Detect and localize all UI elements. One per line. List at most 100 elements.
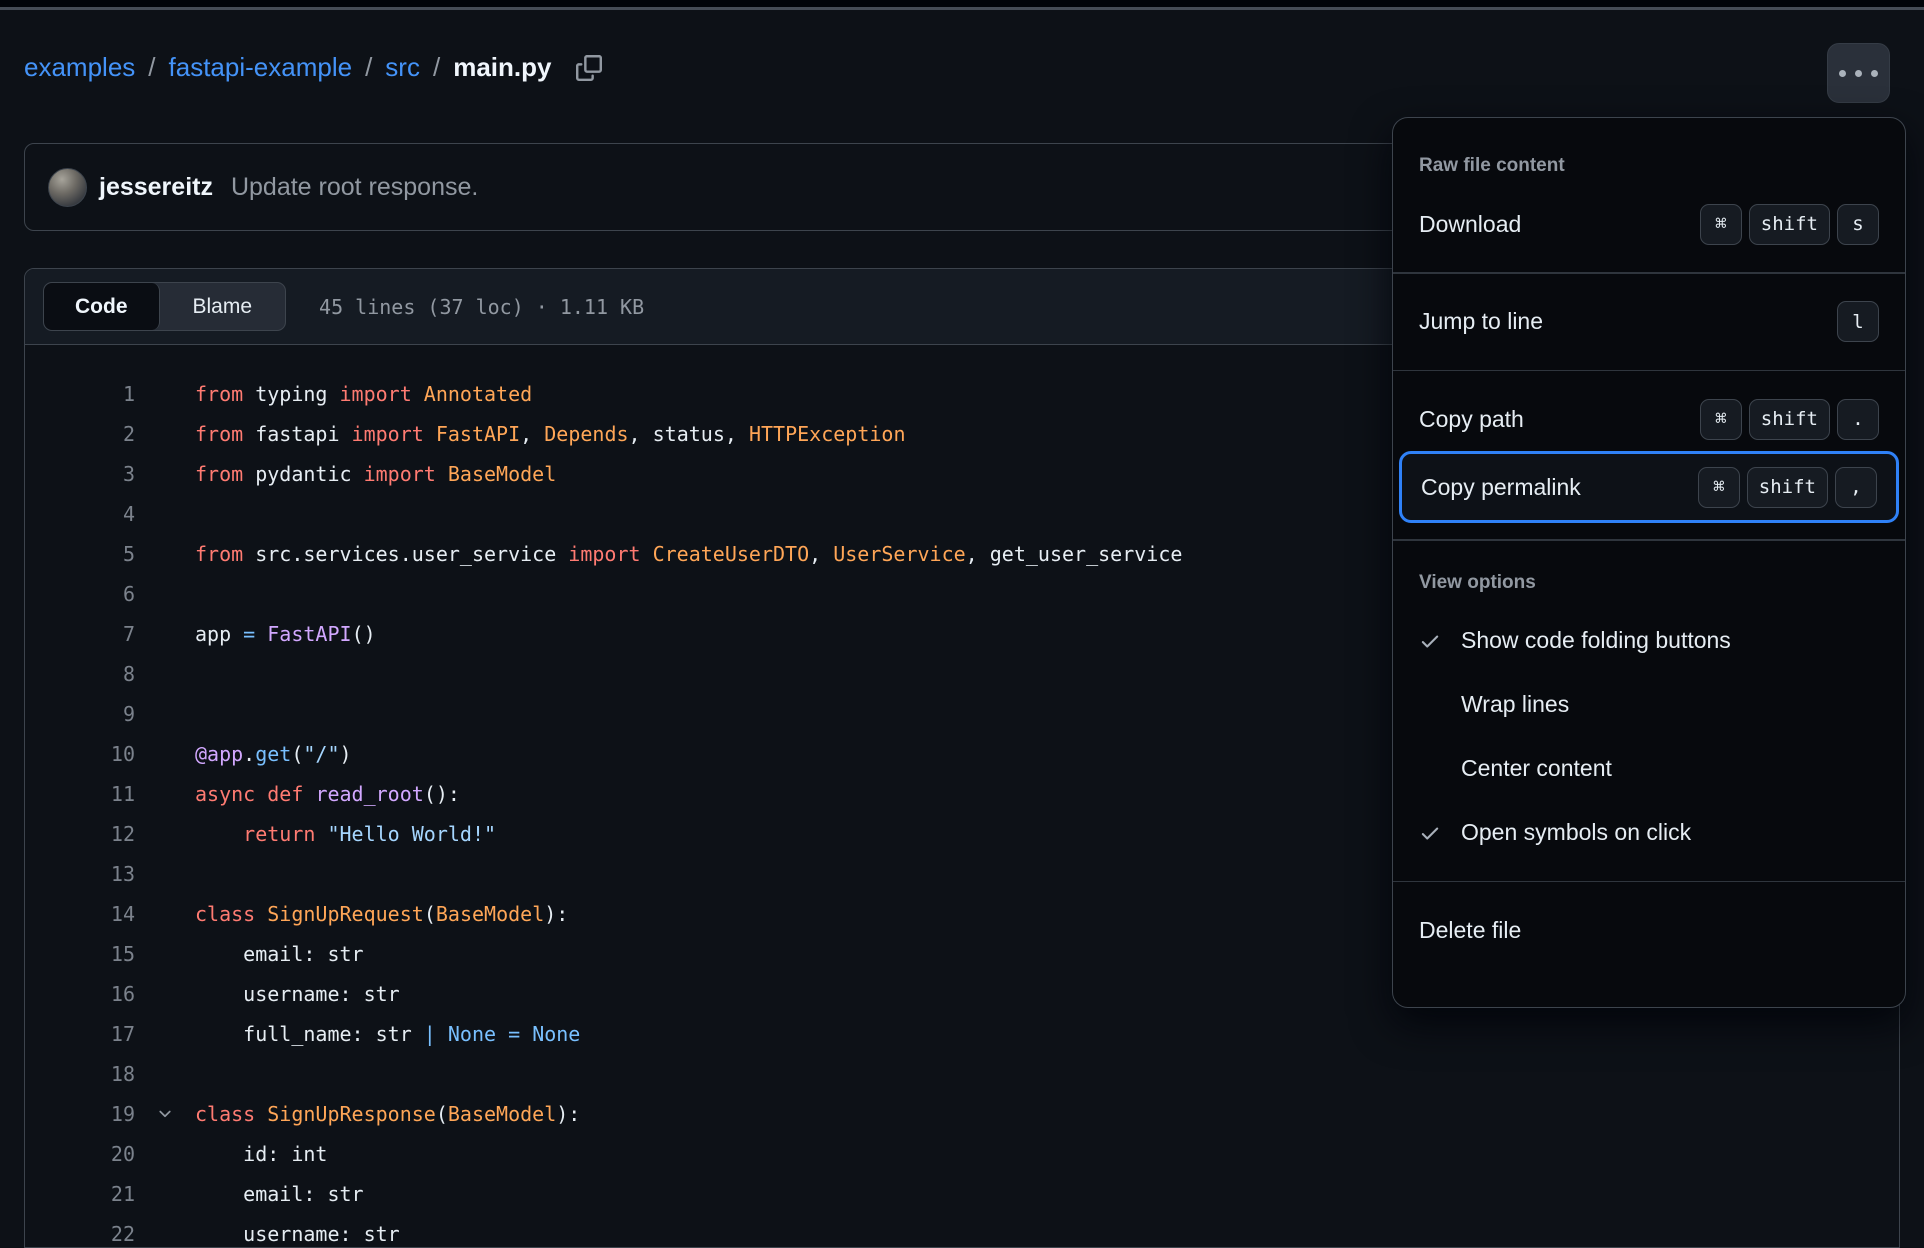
code-text: full_name: str | None = None [195, 1022, 580, 1046]
file-actions-more-button[interactable] [1827, 43, 1890, 103]
kbd-key: . [1837, 399, 1879, 440]
commit-author[interactable]: jessereitz [99, 173, 213, 202]
shortcut-keys: ⌘shift. [1700, 399, 1879, 440]
menu-divider [1393, 370, 1905, 372]
code-text: @app.get("/") [195, 742, 352, 766]
tab-code[interactable]: Code [44, 283, 160, 330]
shortcut-keys: ⌘shift, [1698, 467, 1877, 508]
line-number[interactable]: 17 [25, 1022, 135, 1046]
line-number[interactable]: 14 [25, 902, 135, 926]
chevron-down-icon [156, 1105, 174, 1123]
line-number[interactable]: 9 [25, 702, 135, 726]
line-number[interactable]: 21 [25, 1182, 135, 1206]
line-number[interactable]: 15 [25, 942, 135, 966]
code-line: 22 username: str [25, 1214, 1899, 1248]
check-icon [1419, 822, 1441, 844]
line-number[interactable]: 19 [25, 1102, 135, 1126]
breadcrumb-link-fastapi-example[interactable]: fastapi-example [169, 52, 353, 83]
kbd-key: shift [1747, 467, 1828, 508]
kebab-horizontal-icon [1871, 70, 1878, 77]
kbd-key: s [1837, 204, 1879, 245]
shortcut-keys: ⌘shifts [1700, 204, 1879, 245]
menu-divider [1393, 272, 1905, 274]
kebab-horizontal-icon [1855, 70, 1862, 77]
line-number[interactable]: 11 [25, 782, 135, 806]
menu-item-copy-path[interactable]: Copy path⌘shift. [1393, 387, 1905, 451]
menu-item-delete-file[interactable]: Delete file [1393, 898, 1905, 962]
context-menu: Raw file contentDownload⌘shiftsJump to l… [1392, 117, 1906, 1008]
menu-item-label: Show code folding buttons [1461, 627, 1879, 654]
menu-item-label: Open symbols on click [1461, 819, 1879, 846]
menu-item-copy-permalink[interactable]: Copy permalink⌘shift, [1399, 451, 1899, 523]
breadcrumb-link-src[interactable]: src [385, 52, 420, 83]
line-number[interactable]: 13 [25, 862, 135, 886]
code-line: 17 full_name: str | None = None [25, 1014, 1899, 1054]
kbd-key: ⌘ [1700, 204, 1742, 245]
menu-item-wrap-lines[interactable]: Wrap lines [1393, 673, 1905, 737]
kbd-key: ⌘ [1698, 467, 1740, 508]
kbd-key: shift [1749, 399, 1830, 440]
code-text: class SignUpResponse(BaseModel): [195, 1102, 580, 1126]
code-text: id: int [195, 1142, 327, 1166]
line-number[interactable]: 7 [25, 622, 135, 646]
code-line: 20 id: int [25, 1134, 1899, 1174]
line-number[interactable]: 3 [25, 462, 135, 486]
line-number[interactable]: 1 [25, 382, 135, 406]
menu-item-open-symbols-on-click[interactable]: Open symbols on click [1393, 801, 1905, 865]
menu-item-jump-to-line[interactable]: Jump to linel [1393, 290, 1905, 354]
breadcrumb-separator: / [433, 52, 440, 83]
code-text: email: str [195, 942, 364, 966]
menu-item-label: Delete file [1419, 917, 1879, 944]
kbd-key: , [1835, 467, 1877, 508]
menu-item-show-code-folding-buttons[interactable]: Show code folding buttons [1393, 609, 1905, 673]
line-number[interactable]: 8 [25, 662, 135, 686]
code-text: app = FastAPI() [195, 622, 376, 646]
line-number[interactable]: 2 [25, 422, 135, 446]
line-number[interactable]: 5 [25, 542, 135, 566]
line-number[interactable]: 10 [25, 742, 135, 766]
code-text: from src.services.user_service import Cr… [195, 542, 1182, 566]
line-number[interactable]: 4 [25, 502, 135, 526]
code-text: return "Hello World!" [195, 822, 496, 846]
menu-item-label: Download [1419, 211, 1700, 238]
menu-section-header-view-options: View options [1393, 557, 1905, 609]
code-line: 21 email: str [25, 1174, 1899, 1214]
code-text: from typing import Annotated [195, 382, 532, 406]
tab-blame[interactable]: Blame [160, 283, 286, 330]
breadcrumb-separator: / [148, 52, 155, 83]
menu-divider [1393, 539, 1905, 541]
file-info: 45 lines (37 loc) · 1.11 KB [319, 295, 644, 319]
code-line: 18 [25, 1054, 1899, 1094]
kbd-key: shift [1749, 204, 1830, 245]
kebab-horizontal-icon [1839, 70, 1846, 77]
menu-item-label: Center content [1461, 755, 1879, 782]
breadcrumb-separator: / [365, 52, 372, 83]
avatar[interactable] [48, 168, 87, 207]
menu-item-center-content[interactable]: Center content [1393, 737, 1905, 801]
menu-item-label: Wrap lines [1461, 691, 1879, 718]
breadcrumb-current-file: main.py [453, 52, 551, 83]
copy-icon [576, 55, 602, 81]
commit-message[interactable]: Update root response. [231, 173, 478, 202]
breadcrumb-link-examples[interactable]: examples [24, 52, 135, 83]
line-number[interactable]: 6 [25, 582, 135, 606]
code-line: 19 class SignUpResponse(BaseModel): [25, 1094, 1899, 1134]
code-text: username: str [195, 982, 400, 1006]
line-number[interactable]: 22 [25, 1222, 135, 1246]
code-blame-switcher: Code Blame [43, 282, 286, 331]
menu-section-header-raw-file-content: Raw file content [1393, 140, 1905, 192]
line-number[interactable]: 20 [25, 1142, 135, 1166]
check-icon-slot [1419, 822, 1461, 844]
code-text: email: str [195, 1182, 364, 1206]
menu-item-download[interactable]: Download⌘shifts [1393, 192, 1905, 256]
check-icon-slot [1419, 630, 1461, 652]
copy-path-button[interactable] [576, 55, 602, 81]
shortcut-keys: l [1837, 301, 1879, 342]
menu-item-label: Copy permalink [1421, 474, 1698, 501]
line-number[interactable]: 12 [25, 822, 135, 846]
menu-item-label: Copy path [1419, 406, 1700, 433]
code-fold-toggle[interactable] [135, 1105, 195, 1123]
kbd-key: ⌘ [1700, 399, 1742, 440]
line-number[interactable]: 18 [25, 1062, 135, 1086]
line-number[interactable]: 16 [25, 982, 135, 1006]
